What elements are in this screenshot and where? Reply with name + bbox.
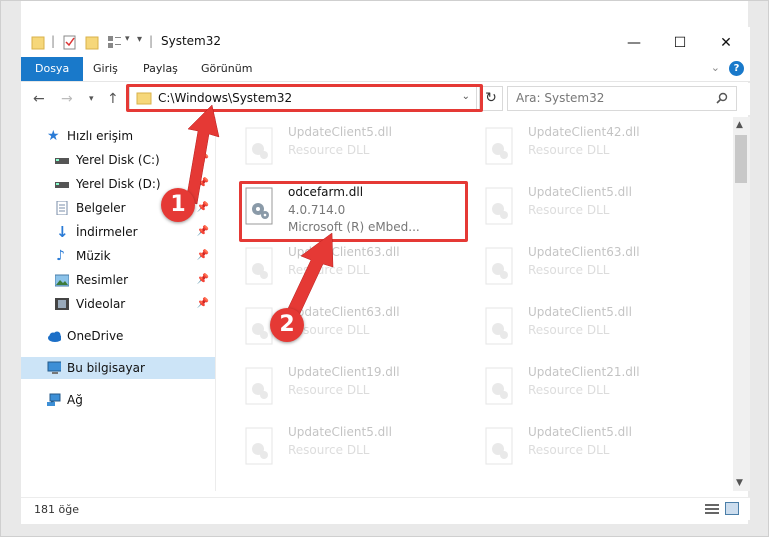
arrow-to-address-bar <box>185 104 220 205</box>
annotation-arrows <box>185 104 334 323</box>
step-2-callout: 2 <box>270 308 304 342</box>
step-1-callout: 1 <box>161 188 195 222</box>
explorer-window: | ▾ ▾ | System32 — ☐ ✕ Dosya Giriş Payla… <box>0 0 769 537</box>
